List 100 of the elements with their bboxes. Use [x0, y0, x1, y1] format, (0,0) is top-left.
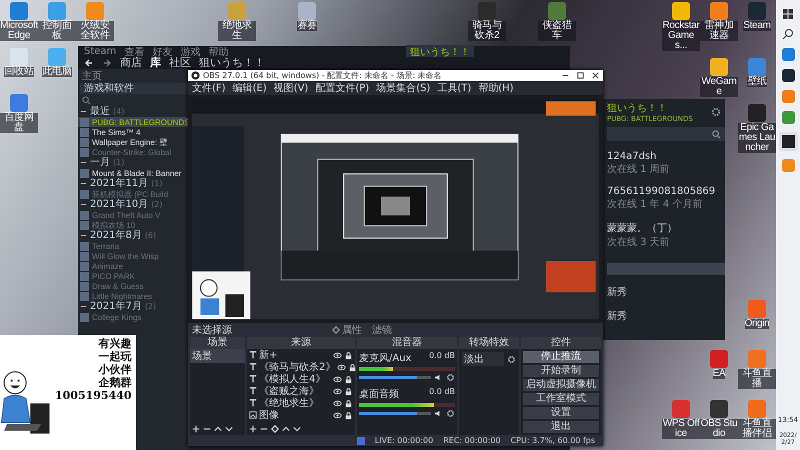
menu-item[interactable]: Steam [84, 46, 116, 57]
game-item[interactable]: PUBG: BATTLEGROUNDS [78, 117, 190, 127]
volume-slider[interactable] [359, 412, 431, 416]
eye-icon[interactable] [333, 374, 342, 384]
source-item[interactable]: 图像 [259, 408, 331, 422]
collapse-icon[interactable] [80, 159, 87, 166]
icon-label[interactable]: 壁纸 [747, 77, 767, 87]
icon-label[interactable]: Origin [744, 319, 770, 329]
properties-button[interactable]: 属性 [332, 323, 362, 338]
icon-label[interactable]: Microsoft Edge [0, 21, 38, 41]
menu-item[interactable]: 配置文件(P) [315, 81, 370, 95]
lock-icon[interactable] [344, 350, 353, 360]
icon-label[interactable]: 绝地求生 [218, 21, 256, 41]
nav-tab[interactable]: 商店 [120, 57, 142, 69]
filter-dropdown[interactable]: 游戏和软件 [80, 83, 188, 94]
menu-item[interactable]: 文件(F) [192, 81, 226, 95]
move-up-icon[interactable] [282, 425, 290, 434]
group-chat-item[interactable]: 新秀 [607, 285, 725, 299]
back-icon[interactable] [84, 58, 94, 68]
source-item[interactable]: 《绝地求生》 [259, 396, 331, 410]
game-item[interactable]: The Sims™ 4 [78, 127, 190, 137]
menu-item[interactable]: 编辑(E) [232, 81, 267, 95]
control-button[interactable]: 停止推流 [523, 351, 599, 364]
lock-icon[interactable] [344, 386, 353, 396]
nav-tab[interactable]: 狙いうち！！ [199, 57, 265, 69]
menu-item[interactable]: 工具(T) [437, 81, 472, 95]
close-icon[interactable] [591, 71, 600, 80]
source-item[interactable]: 《骑马与砍杀2》 [259, 360, 336, 374]
menu-item[interactable]: 场景集合(S) [376, 81, 430, 95]
icon-label[interactable]: Epic Games Launcher [738, 123, 776, 153]
friend-name[interactable]: 124a7dsh [607, 151, 725, 162]
icon-label[interactable]: 控制面板 [38, 21, 76, 41]
menu-item[interactable]: 视图(V) [274, 81, 308, 95]
group-chat-item[interactable]: 新秀 [607, 309, 725, 323]
menu-item[interactable]: 帮助(H) [478, 81, 514, 95]
group-heading[interactable]: 一月 [90, 157, 110, 168]
icon-label[interactable]: Rockstar Games... [662, 21, 700, 51]
move-up-icon[interactable] [214, 425, 222, 434]
collapse-icon[interactable] [80, 108, 87, 115]
friend-name[interactable]: 蒙蒙蒙。（丁） [607, 221, 725, 235]
app-icon[interactable] [710, 400, 728, 418]
settings-icon[interactable] [711, 107, 721, 117]
search-icon[interactable] [782, 28, 794, 40]
app-icon[interactable] [710, 58, 728, 76]
icon-label[interactable]: 斗鱼直播 [738, 369, 776, 389]
group-heading[interactable]: 2021年7月 [90, 301, 142, 312]
lock-icon[interactable] [348, 362, 358, 372]
group-heading[interactable]: 2021年10月 [90, 199, 148, 210]
group-heading[interactable]: 最近 [90, 106, 110, 117]
eye-icon[interactable] [333, 398, 342, 408]
icon-label[interactable]: 骑马与砍杀2 [468, 21, 506, 41]
move-down-icon[interactable] [293, 425, 301, 434]
start-icon[interactable] [782, 8, 794, 20]
source-item[interactable]: 新+ [259, 348, 331, 362]
icon-label[interactable]: 斗鱼直播伴侣 [738, 419, 776, 439]
friend-name[interactable]: 76561199081805869 [607, 186, 725, 197]
source-item[interactable]: 《盗贼之海》 [259, 384, 331, 398]
control-button[interactable]: 退出 [523, 421, 599, 434]
filters-button[interactable]: 滤镜 [372, 323, 392, 338]
home-link[interactable]: 主页 [78, 71, 190, 82]
app-icon[interactable] [672, 2, 690, 20]
group-heading[interactable]: 2021年11月 [90, 178, 148, 189]
forward-icon[interactable] [102, 58, 112, 68]
icon-label[interactable]: 赛赛 [297, 21, 317, 31]
icon-label[interactable]: WPS Office [662, 419, 700, 439]
eye-icon[interactable] [333, 350, 342, 360]
transition-dropdown[interactable]: 淡出 [462, 352, 504, 366]
icon-label[interactable]: 火绒安全软件 [76, 21, 114, 41]
icon-label[interactable]: 百度网盘 [0, 113, 38, 133]
user-name[interactable]: 狙いうち！！ [607, 101, 711, 115]
control-button[interactable]: 设置 [523, 407, 599, 420]
move-down-icon[interactable] [225, 425, 233, 434]
game-item[interactable]: Wallpaper Engine: 壁 [78, 137, 190, 147]
collapse-icon[interactable] [80, 303, 87, 310]
search-icon[interactable] [712, 130, 721, 138]
collapse-icon[interactable] [80, 232, 87, 239]
eye-icon[interactable] [333, 410, 342, 420]
volume-slider[interactable] [359, 376, 431, 380]
lock-icon[interactable] [344, 398, 353, 408]
collapse-icon[interactable] [80, 180, 87, 187]
collapse-icon[interactable] [80, 201, 87, 208]
icon-label[interactable]: 此电脑 [42, 67, 72, 77]
group-heading[interactable]: 2021年8月 [90, 230, 142, 241]
icon-label[interactable]: Steam [743, 21, 771, 31]
control-button[interactable]: 开始录制 [523, 365, 599, 378]
icon-label[interactable]: OBS Studio [700, 419, 738, 439]
control-button[interactable]: 启动虚拟摄像机 [523, 379, 599, 392]
icon-label[interactable]: 雷神加速器 [700, 21, 738, 41]
nav-tab[interactable]: 库 [150, 57, 161, 69]
add-icon[interactable] [249, 425, 257, 434]
nav-tab[interactable]: 社区 [169, 57, 191, 69]
control-button[interactable]: 工作室模式 [523, 393, 599, 406]
lock-icon[interactable] [344, 410, 353, 420]
scene-item[interactable]: 场景 [190, 349, 245, 364]
eye-icon[interactable] [337, 362, 346, 372]
source-item[interactable]: 《模拟人生4》 [259, 372, 331, 386]
menu-item[interactable]: 帮助 [208, 44, 228, 58]
icon-label[interactable]: 回收站 [4, 67, 34, 77]
icon-label[interactable]: 侠盗猎车 [538, 21, 576, 41]
game-item[interactable]: Mount & Blade II: Banner [78, 168, 190, 178]
